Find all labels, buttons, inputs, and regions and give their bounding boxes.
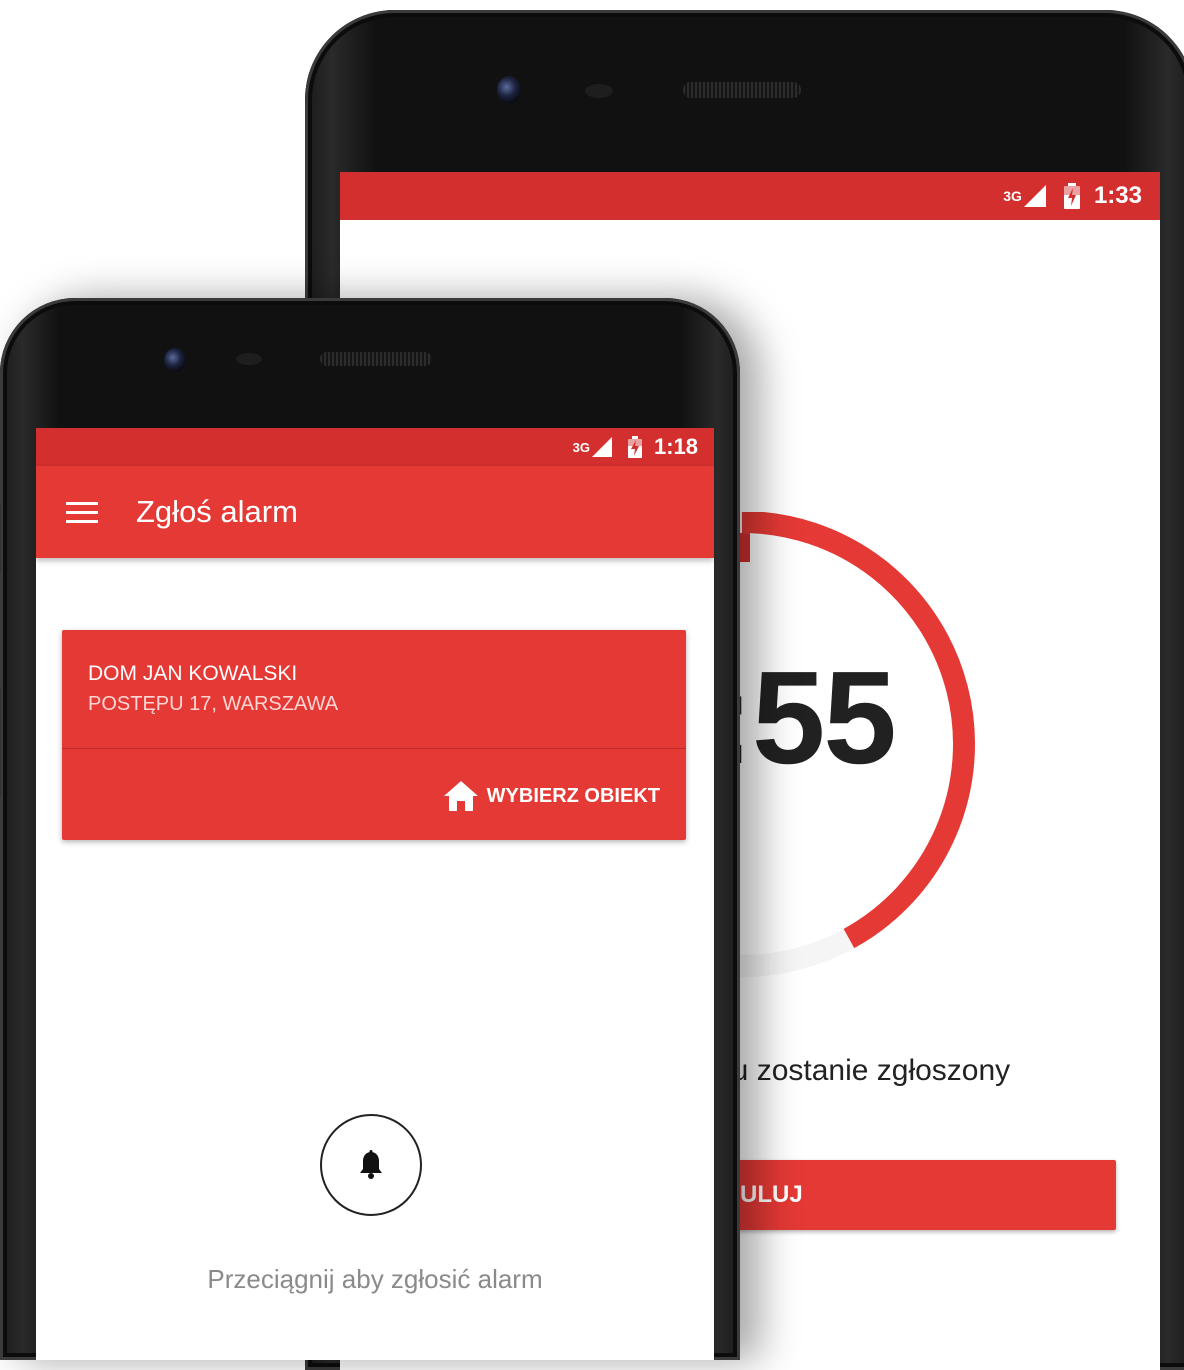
countdown-info: czasu zostanie zgłoszony arm. <box>670 1052 1150 1128</box>
info-line-2: arm. <box>670 1090 1150 1128</box>
network-type: 3G <box>1003 188 1022 204</box>
hamburger-menu-icon[interactable] <box>66 496 98 529</box>
alarm-slide-button[interactable] <box>320 1114 422 1216</box>
signal-icon <box>591 437 612 457</box>
cancel-button[interactable]: ULUJ <box>680 1160 1116 1230</box>
battery-charging-icon <box>1063 183 1080 209</box>
status-bar: 3G 1:33 <box>340 172 1160 220</box>
select-object-button[interactable]: WYBIERZ OBIEKT <box>443 780 660 812</box>
object-card: DOM JAN KOWALSKI POSTĘPU 17, WARSZAWA WY… <box>62 630 686 840</box>
object-address: POSTĘPU 17, WARSZAWA <box>88 693 339 715</box>
front-camera <box>164 348 186 372</box>
cancel-button-label: ULUJ <box>740 1181 803 1208</box>
card-divider <box>62 748 686 749</box>
network-type: 3G <box>572 439 590 455</box>
side-button <box>0 688 1 798</box>
select-object-label: WYBIERZ OBIEKT <box>486 784 660 807</box>
home-icon <box>443 781 478 811</box>
app-bar: Zgłoś alarm <box>36 466 714 558</box>
slide-hint: Przeciągnij aby zgłosić alarm <box>207 1264 543 1294</box>
status-time: 1:18 <box>653 434 698 459</box>
bell-icon <box>360 1150 382 1179</box>
proximity-sensor <box>236 353 262 365</box>
report-alarm-screen: 3G 1:18 Zgłoś alarm DOM JAN KOWALSKI POS… <box>36 428 714 1360</box>
earpiece-speaker <box>683 82 801 98</box>
battery-charging-icon <box>627 436 642 458</box>
page-title: Zgłoś alarm <box>136 494 298 529</box>
proximity-sensor <box>585 84 613 98</box>
info-line-1: czasu zostanie zgłoszony <box>670 1054 1011 1087</box>
earpiece-speaker <box>320 352 432 366</box>
volume-button <box>0 504 1 574</box>
status-time: 1:33 <box>1093 182 1142 209</box>
signal-icon <box>1023 185 1046 207</box>
front-phone: 3G 1:18 Zgłoś alarm DOM JAN KOWALSKI POS… <box>0 298 740 1360</box>
front-camera <box>497 76 521 104</box>
object-name: DOM JAN KOWALSKI <box>88 662 298 685</box>
status-bar: 3G 1:18 <box>36 428 714 466</box>
